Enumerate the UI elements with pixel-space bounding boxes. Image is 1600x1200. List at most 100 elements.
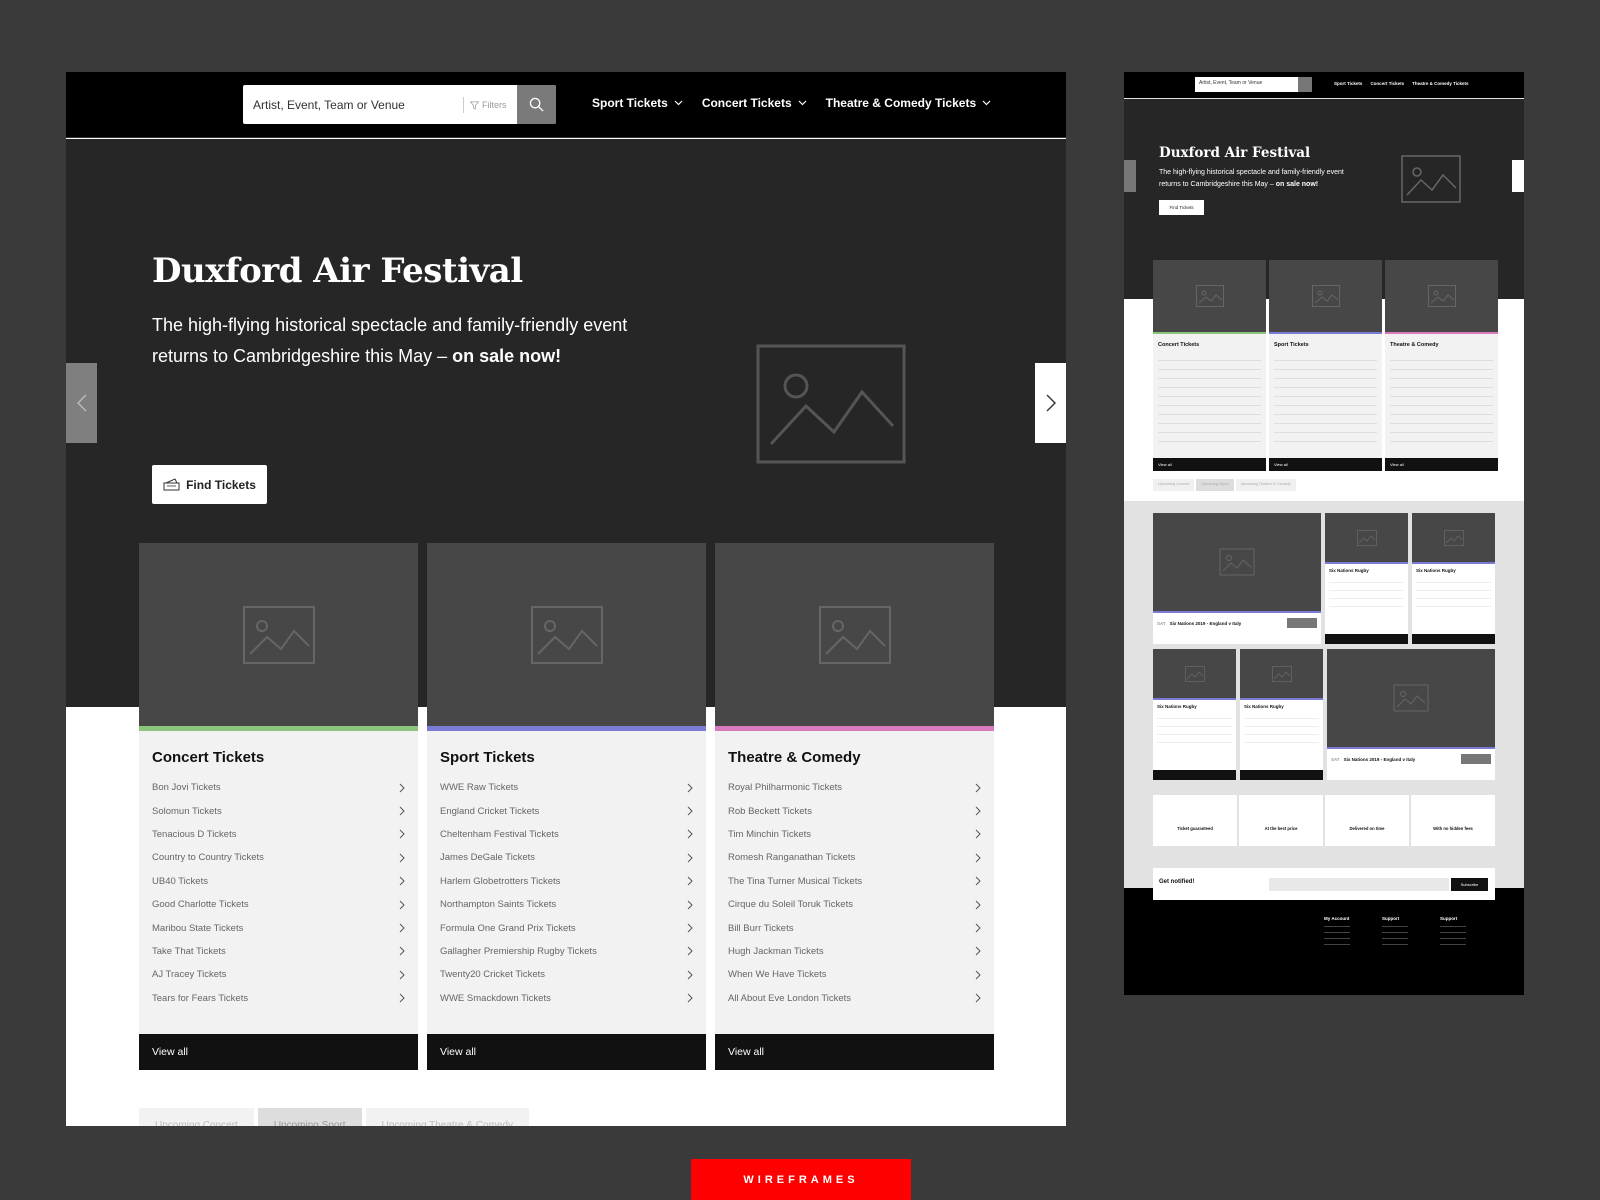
card-link-item[interactable]: AJ Tracey Tickets — [152, 963, 405, 986]
subscribe-button[interactable]: Subscribe — [1451, 878, 1488, 891]
mini-find-tickets-button[interactable]: Find Tickets — [1159, 200, 1204, 215]
view-all-button[interactable] — [1240, 770, 1323, 780]
image-placeholder-icon — [818, 605, 891, 664]
card-link-item[interactable]: Country to Country Tickets — [152, 846, 405, 869]
card-link-item[interactable]: Good Charlotte Tickets — [152, 893, 405, 916]
tab-upcoming-sport[interactable]: Upcoming Sport — [257, 1108, 362, 1126]
card-link-item[interactable]: Take That Tickets — [152, 940, 405, 963]
mini-carousel-prev[interactable] — [1124, 160, 1136, 192]
mini-card-title: Theatre & Comedy — [1390, 342, 1439, 348]
event-tile[interactable]: Six Nations Rugby — [1412, 513, 1495, 644]
event-tile[interactable]: Six Nations Rugby — [1240, 649, 1323, 780]
event-title: Six Nations 2019 - England v Italy — [1169, 620, 1242, 626]
card-link-item[interactable]: Hugh Jackman Tickets — [728, 940, 981, 963]
view-all-button[interactable] — [1325, 634, 1408, 644]
event-tile[interactable]: SAT Six Nations 2019 - England v Italy — [1153, 513, 1321, 644]
mini-search-bar[interactable]: Artist, Event, Team or Venue — [1195, 77, 1312, 92]
mini-top-nav: Artist, Event, Team or Venue Sport Ticke… — [1124, 72, 1524, 98]
footer-col-title: My Account — [1324, 916, 1350, 921]
mini-main-menu: Sport Tickets Concert Tickets Theatre & … — [1334, 81, 1469, 86]
card-link-item[interactable]: Royal Philharmonic Tickets — [728, 776, 981, 799]
nav-sport-tickets[interactable]: Sport Tickets — [592, 96, 683, 110]
top-nav: Filters Sport Tickets Concert Tickets Th… — [66, 72, 1066, 138]
view-all-button[interactable] — [1412, 634, 1495, 644]
nav-theatre-comedy-tickets[interactable]: Theatre & Comedy Tickets — [826, 96, 992, 110]
image-placeholder-icon — [1195, 285, 1224, 307]
nav-concert-tickets[interactable]: Concert Tickets — [702, 96, 807, 110]
card-link-item[interactable]: WWE Raw Tickets — [440, 776, 693, 799]
card-link-item[interactable]: When We Have Tickets — [728, 963, 981, 986]
search-button[interactable] — [517, 85, 556, 124]
chevron-right-icon — [687, 947, 693, 956]
mini-tab[interactable]: Upcoming Sport — [1196, 479, 1234, 491]
feature-no-fees: With no hidden fees — [1411, 795, 1495, 846]
mini-tab[interactable]: Upcoming Concert — [1153, 479, 1195, 491]
card-link-item[interactable]: England Cricket Tickets — [440, 799, 693, 822]
mini-footer: My Account Support Support — [1124, 888, 1524, 995]
footer-column: My Account — [1324, 916, 1350, 945]
email-field[interactable] — [1269, 878, 1449, 891]
card-link-item[interactable]: Romesh Ranganathan Tickets — [728, 846, 981, 869]
chevron-right-icon — [399, 853, 405, 863]
card-link-item[interactable]: James DeGale Tickets — [440, 846, 693, 869]
event-tile[interactable]: Six Nations Rugby — [1153, 649, 1236, 780]
card-link-item[interactable]: Bon Jovi Tickets — [152, 776, 405, 799]
view-all-button[interactable]: View all — [1385, 458, 1498, 471]
footer-col-title: Support — [1440, 916, 1458, 921]
chevron-right-icon — [975, 806, 981, 816]
tickets-button[interactable] — [1287, 618, 1317, 628]
card-link-item[interactable]: Tim Minchin Tickets — [728, 823, 981, 846]
card-link-label: Royal Philharmonic Tickets — [728, 782, 843, 794]
tickets-button[interactable] — [1461, 754, 1491, 764]
event-tile[interactable]: SAT Six Nations 2019 - England v Italy — [1327, 649, 1495, 780]
filters-button[interactable]: Filters — [463, 97, 507, 113]
card-link-item[interactable]: WWE Smackdown Tickets — [440, 987, 693, 1010]
mini-nav-item[interactable]: Sport Tickets — [1334, 81, 1362, 86]
mini-search-button[interactable] — [1298, 77, 1312, 92]
mini-carousel-next[interactable] — [1512, 160, 1524, 192]
mini-tab[interactable]: Upcoming Theatre & Comedy — [1235, 479, 1296, 491]
view-all-button[interactable]: View all — [139, 1034, 418, 1070]
search-input[interactable] — [253, 85, 463, 124]
card-link-item[interactable]: Tenacious D Tickets — [152, 823, 405, 846]
card-link-item[interactable]: Bill Burr Tickets — [728, 916, 981, 939]
tab-upcoming-concert[interactable]: Upcoming Concert — [139, 1108, 254, 1126]
view-all-button[interactable] — [1153, 770, 1236, 780]
carousel-prev-button[interactable] — [66, 363, 97, 443]
view-all-button[interactable]: View all — [427, 1034, 706, 1070]
card-link-item[interactable]: Tears for Fears Tickets — [152, 987, 405, 1010]
card-link-label: AJ Tracey Tickets — [152, 969, 227, 981]
card-link-item[interactable]: Formula One Grand Prix Tickets — [440, 916, 693, 939]
event-tile[interactable]: Six Nations Rugby — [1325, 513, 1408, 644]
card-link-item[interactable]: Gallagher Premiership Rugby Tickets — [440, 940, 693, 963]
card-link-item[interactable]: Maribou State Tickets — [152, 916, 405, 939]
mini-search-placeholder: Artist, Event, Team or Venue — [1199, 80, 1263, 86]
mini-event-grid: SAT Six Nations 2019 - England v Italy Si… — [1153, 513, 1495, 780]
view-all-button[interactable]: View all — [1153, 458, 1266, 471]
mini-nav-item[interactable]: Theatre & Comedy Tickets — [1412, 81, 1468, 86]
image-placeholder-icon — [1427, 285, 1456, 307]
mini-nav-item[interactable]: Concert Tickets — [1370, 81, 1404, 86]
image-placeholder-icon — [1219, 548, 1255, 576]
carousel-next-button[interactable] — [1035, 363, 1066, 443]
card-link-item[interactable]: UB40 Tickets — [152, 870, 405, 893]
card-link-item[interactable]: Harlem Globetrotters Tickets — [440, 870, 693, 893]
view-all-button[interactable]: View all — [1269, 458, 1382, 471]
card-link-item[interactable]: Solomun Tickets — [152, 799, 405, 822]
card-link-label: Hugh Jackman Tickets — [728, 945, 824, 957]
card-link-label: Tim Minchin Tickets — [728, 828, 812, 840]
card-link-item[interactable]: Rob Beckett Tickets — [728, 799, 981, 822]
find-tickets-button[interactable]: Find Tickets — [152, 465, 267, 504]
chevron-right-icon — [687, 970, 693, 980]
tab-upcoming-theatre-comedy[interactable]: Upcoming Theatre & Comedy — [365, 1108, 530, 1126]
card-link-item[interactable]: The Tina Turner Musical Tickets — [728, 870, 981, 893]
card-link-item[interactable]: Twenty20 Cricket Tickets — [440, 963, 693, 986]
card-link-label: WWE Smackdown Tickets — [440, 992, 551, 1004]
card-link-list: Royal Philharmonic Tickets Rob Beckett Ti… — [715, 776, 994, 1010]
view-all-button[interactable]: View all — [715, 1034, 994, 1070]
card-link-item[interactable]: Cheltenham Festival Tickets — [440, 823, 693, 846]
card-link-item[interactable]: Cirque du Soleil Toruk Tickets — [728, 893, 981, 916]
card-link-item[interactable]: All About Eve London Tickets — [728, 987, 981, 1010]
card-link-item[interactable]: Northampton Saints Tickets — [440, 893, 693, 916]
card-image — [715, 543, 994, 726]
